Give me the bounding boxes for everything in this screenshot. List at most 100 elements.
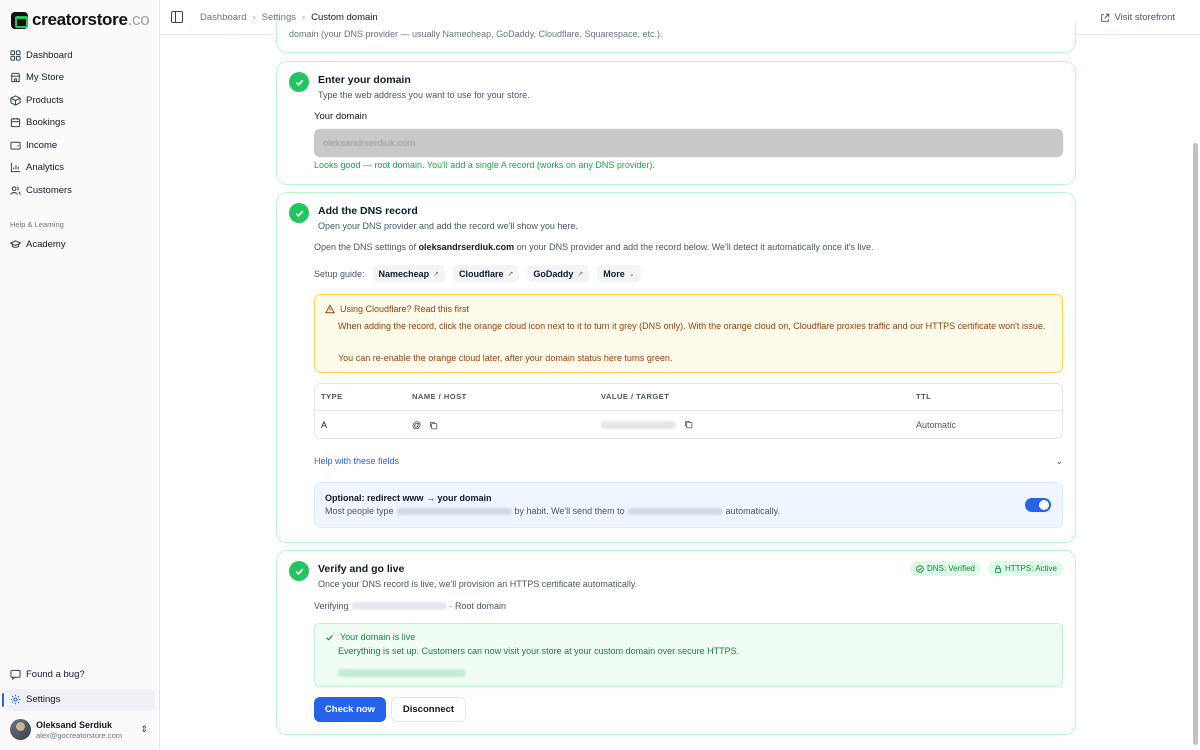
sidebar-item-label: Academy	[26, 238, 66, 250]
sidebar-item-label: Analytics	[26, 162, 65, 174]
sidebar-item-income[interactable]: Income	[5, 134, 155, 157]
breadcrumb-dashboard[interactable]: Dashboard	[200, 12, 246, 23]
previous-step-text: domain (your DNS provider — usually Name…	[289, 29, 663, 39]
copy-icon[interactable]	[429, 421, 438, 430]
redacted-live-link[interactable]	[338, 669, 466, 677]
warning-icon	[325, 304, 335, 314]
redacted-domain	[351, 602, 447, 610]
warning-note: You can re-enable the orange cloud later…	[338, 353, 673, 363]
sidebar-item-label: Products	[26, 94, 64, 106]
check-circle-icon	[916, 564, 924, 573]
domain-live-panel: Your domain is live Everything is set up…	[314, 623, 1063, 687]
graduation-cap-icon	[10, 240, 21, 248]
sidebar-toggle-icon[interactable]	[171, 11, 183, 23]
record-name-value: @	[412, 420, 422, 430]
domain-field-label: Your domain	[314, 111, 367, 122]
step-title: Verify and go live	[318, 563, 405, 575]
scrollbar[interactable]	[1193, 143, 1198, 745]
guide-more-dropdown[interactable]: More ⌄	[597, 265, 641, 282]
redirect-description: Most people type by habit. We'll send th…	[325, 506, 781, 516]
record-value	[601, 420, 693, 429]
logo-icon	[11, 11, 28, 29]
sidebar-item-my-store[interactable]: My Store	[5, 67, 155, 90]
brand-tld: .co	[127, 10, 150, 29]
message-icon	[10, 669, 21, 680]
check-icon	[326, 634, 333, 641]
previous-step-card: domain (your DNS provider — usually Name…	[276, 22, 1076, 53]
user-email: alex@gocreatorstore.com	[36, 730, 122, 740]
redacted-root-domain	[627, 507, 723, 515]
sidebar-item-bookings[interactable]: Bookings	[5, 112, 155, 135]
brand-logo[interactable]: creatorstore.co	[11, 10, 150, 30]
check-icon	[289, 203, 309, 223]
guide-namecheap-button[interactable]: Namecheap ↗	[372, 265, 445, 282]
main-nav: Dashboard My Store Products Bookings Inc…	[5, 44, 155, 202]
dns-intro-text: Open the DNS settings of oleksandrserdiu…	[314, 242, 874, 252]
domain-input[interactable]: oleksandrserdiuk.com	[314, 129, 1063, 157]
sidebar-item-dashboard[interactable]: Dashboard	[5, 44, 155, 67]
warning-title: Using Cloudflare? Read this first	[340, 304, 470, 314]
chevron-down-icon: ⌄	[628, 270, 635, 278]
sidebar-item-label: Bookings	[26, 117, 66, 129]
copy-icon[interactable]	[684, 420, 693, 429]
step-enter-domain: Enter your domain Type the web address y…	[276, 61, 1076, 185]
warning-body: When adding the record, click the orange…	[338, 321, 1046, 331]
external-link-icon: ↗	[577, 270, 584, 278]
check-now-button[interactable]: Check now	[314, 697, 386, 722]
external-link-icon	[1101, 13, 1110, 22]
domain-validation-hint: Looks good — root domain. You'll add a s…	[314, 160, 655, 170]
bottom-nav: Found a bug? Settings	[2, 663, 155, 711]
external-link-icon: ↗	[433, 270, 439, 278]
sidebar-item-academy[interactable]: Academy	[5, 233, 155, 256]
chart-icon	[10, 163, 21, 173]
wallet-icon	[10, 141, 21, 150]
chevron-up-down-icon: ⇕	[140, 724, 148, 734]
column-header-name: NAME / HOST	[412, 392, 467, 401]
https-status-badge: HTTPS: Active	[987, 561, 1063, 576]
help-fields-link[interactable]: Help with these fields	[314, 456, 399, 466]
record-type: A	[321, 420, 328, 430]
breadcrumb-separator-icon: ›	[252, 12, 256, 23]
dashboard-icon	[10, 50, 21, 61]
dns-intro-domain: oleksandrserdiuk.com	[418, 242, 515, 252]
sidebar-item-found-bug[interactable]: Found a bug?	[5, 663, 155, 686]
dns-status-badge: DNS: Verified	[909, 561, 981, 576]
live-title: Your domain is live	[340, 632, 416, 642]
sidebar-item-customers[interactable]: Customers	[5, 179, 155, 202]
sidebar-item-analytics[interactable]: Analytics	[5, 157, 155, 180]
domain-input-value: oleksandrserdiuk.com	[323, 137, 416, 149]
store-icon	[10, 73, 21, 83]
cloudflare-warning: Using Cloudflare? Read this first When a…	[314, 294, 1063, 373]
step-subtitle: Open your DNS provider and add the recor…	[318, 221, 578, 231]
users-icon	[10, 186, 21, 195]
sidebar-item-products[interactable]: Products	[5, 89, 155, 112]
step-add-dns-record: Add the DNS record Open your DNS provide…	[276, 192, 1076, 543]
user-menu[interactable]: Oleksand Serdiuk alex@gocreatorstore.com…	[10, 719, 150, 740]
live-body: Everything is set up. Customers can now …	[338, 646, 740, 656]
redacted-www-domain	[396, 507, 512, 515]
redirect-toggle[interactable]	[1025, 498, 1051, 512]
sidebar-section-label: Help & Learning	[10, 220, 64, 229]
chevron-down-icon[interactable]: ⌄	[1055, 456, 1063, 467]
sidebar-item-settings[interactable]: Settings	[2, 688, 155, 711]
box-icon	[10, 95, 21, 106]
user-name: Oleksand Serdiuk	[36, 719, 113, 730]
check-icon	[289, 561, 309, 581]
record-ttl: Automatic	[916, 420, 957, 430]
guide-cloudflare-button[interactable]: Cloudflare ↗	[452, 265, 520, 282]
record-value-redacted	[601, 420, 676, 429]
dns-record-table: TYPE NAME / HOST VALUE / TARGET TTL A @ …	[314, 383, 1063, 439]
learning-nav: Academy	[5, 233, 155, 256]
sidebar-item-label: Settings	[26, 694, 61, 706]
disconnect-button[interactable]: Disconnect	[391, 697, 466, 722]
step-title: Enter your domain	[318, 74, 411, 86]
sidebar-item-label: Dashboard	[26, 49, 73, 61]
visit-storefront-link[interactable]: Visit storefront	[1100, 12, 1175, 23]
gear-icon	[10, 694, 21, 705]
step-subtitle: Once your DNS record is live, we'll prov…	[318, 579, 638, 589]
record-name: @	[412, 420, 438, 430]
www-redirect-panel: Optional: redirect www → your domain Mos…	[314, 482, 1063, 528]
guide-godaddy-button[interactable]: GoDaddy ↗	[527, 265, 590, 282]
redirect-title: Optional: redirect www → your domain	[325, 493, 492, 503]
step-subtitle: Type the web address you want to use for…	[318, 90, 530, 100]
